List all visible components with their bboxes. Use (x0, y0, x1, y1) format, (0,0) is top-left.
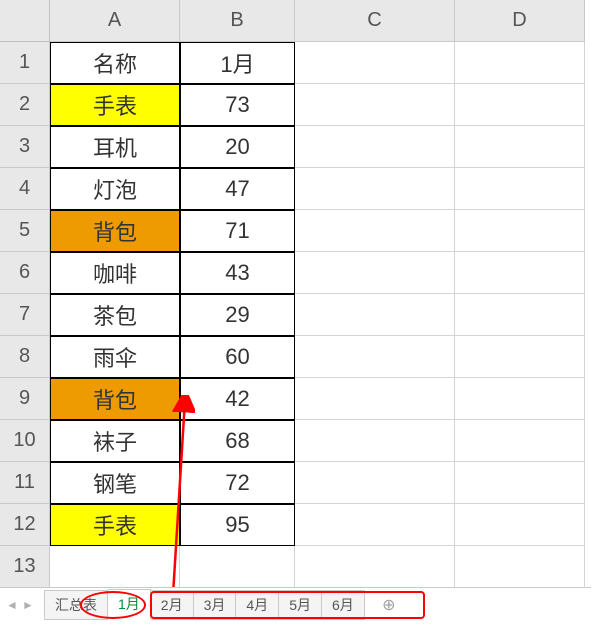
row-header-5[interactable]: 5 (0, 210, 50, 252)
row-header-4[interactable]: 4 (0, 168, 50, 210)
row-header-6[interactable]: 6 (0, 252, 50, 294)
cell-c8[interactable] (295, 336, 455, 378)
cell-a4[interactable]: 灯泡 (50, 168, 180, 210)
row-header-1[interactable]: 1 (0, 42, 50, 84)
col-header-a[interactable]: A (50, 0, 180, 42)
cell-a13[interactable] (50, 546, 180, 588)
cell-d12[interactable] (455, 504, 585, 546)
tab-month-2[interactable]: 2月 (151, 590, 194, 620)
cell-b9[interactable]: 42 (180, 378, 295, 420)
tab-month-6[interactable]: 6月 (322, 590, 365, 620)
cell-a2[interactable]: 手表 (50, 84, 180, 126)
cell-a11[interactable]: 钢笔 (50, 462, 180, 504)
cell-c13[interactable] (295, 546, 455, 588)
cell-a12[interactable]: 手表 (50, 504, 180, 546)
cell-c6[interactable] (295, 252, 455, 294)
cell-d4[interactable] (455, 168, 585, 210)
cell-d9[interactable] (455, 378, 585, 420)
tab-month-3[interactable]: 3月 (194, 590, 237, 620)
cell-d11[interactable] (455, 462, 585, 504)
cell-b13[interactable] (180, 546, 295, 588)
cell-a6[interactable]: 咖啡 (50, 252, 180, 294)
cell-d1[interactable] (455, 42, 585, 84)
add-sheet-button[interactable]: ⊕ (377, 593, 401, 617)
row-header-10[interactable]: 10 (0, 420, 50, 462)
cell-c10[interactable] (295, 420, 455, 462)
cell-d6[interactable] (455, 252, 585, 294)
cell-b7[interactable]: 29 (180, 294, 295, 336)
tab-month-4[interactable]: 4月 (236, 590, 279, 620)
cell-c12[interactable] (295, 504, 455, 546)
cell-c1[interactable] (295, 42, 455, 84)
row-header-2[interactable]: 2 (0, 84, 50, 126)
cell-d5[interactable] (455, 210, 585, 252)
cell-a10[interactable]: 袜子 (50, 420, 180, 462)
cell-d10[interactable] (455, 420, 585, 462)
row-header-7[interactable]: 7 (0, 294, 50, 336)
row-header-11[interactable]: 11 (0, 462, 50, 504)
cell-c3[interactable] (295, 126, 455, 168)
cell-c11[interactable] (295, 462, 455, 504)
cell-b1[interactable]: 1月 (180, 42, 295, 84)
tab-month-1[interactable]: 1月 (108, 589, 151, 620)
cell-b5[interactable]: 71 (180, 210, 295, 252)
cell-b2[interactable]: 73 (180, 84, 295, 126)
cell-a1[interactable]: 名称 (50, 42, 180, 84)
tab-nav-prev-icon[interactable]: ► (20, 594, 36, 616)
cell-c7[interactable] (295, 294, 455, 336)
cell-d3[interactable] (455, 126, 585, 168)
spreadsheet-grid[interactable]: A B C D 1 名称 1月 2 手表 73 3 耳机 20 4 灯泡 47 … (0, 0, 591, 588)
cell-c9[interactable] (295, 378, 455, 420)
cell-c4[interactable] (295, 168, 455, 210)
sheet-tab-bar: ◄ ► 汇总表 1月 2月 3月 4月 5月 6月 ⊕ (0, 587, 591, 621)
cell-a3[interactable]: 耳机 (50, 126, 180, 168)
cell-a5[interactable]: 背包 (50, 210, 180, 252)
row-header-8[interactable]: 8 (0, 336, 50, 378)
cell-d8[interactable] (455, 336, 585, 378)
cell-d2[interactable] (455, 84, 585, 126)
col-header-d[interactable]: D (455, 0, 585, 42)
cell-b12[interactable]: 95 (180, 504, 295, 546)
cell-b3[interactable]: 20 (180, 126, 295, 168)
cell-c2[interactable] (295, 84, 455, 126)
cell-b8[interactable]: 60 (180, 336, 295, 378)
cell-b11[interactable]: 72 (180, 462, 295, 504)
row-header-9[interactable]: 9 (0, 378, 50, 420)
cell-b10[interactable]: 68 (180, 420, 295, 462)
cell-a9[interactable]: 背包 (50, 378, 180, 420)
tab-nav-first-icon[interactable]: ◄ (4, 594, 20, 616)
cell-d13[interactable] (455, 546, 585, 588)
row-header-13[interactable]: 13 (0, 546, 50, 588)
cell-c5[interactable] (295, 210, 455, 252)
row-header-12[interactable]: 12 (0, 504, 50, 546)
cell-b4[interactable]: 47 (180, 168, 295, 210)
tab-summary[interactable]: 汇总表 (44, 590, 108, 620)
cell-a8[interactable]: 雨伞 (50, 336, 180, 378)
tab-month-5[interactable]: 5月 (279, 590, 322, 620)
cell-a7[interactable]: 茶包 (50, 294, 180, 336)
col-header-b[interactable]: B (180, 0, 295, 42)
select-all-corner[interactable] (0, 0, 50, 42)
col-header-c[interactable]: C (295, 0, 455, 42)
row-header-3[interactable]: 3 (0, 126, 50, 168)
cell-b6[interactable]: 43 (180, 252, 295, 294)
cell-d7[interactable] (455, 294, 585, 336)
